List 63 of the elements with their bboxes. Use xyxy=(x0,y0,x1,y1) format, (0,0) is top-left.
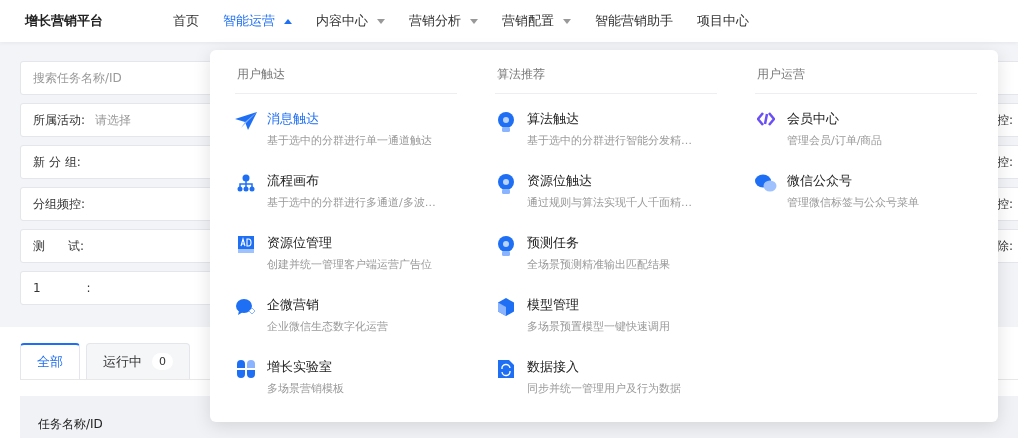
menu-item-title: 数据接入 xyxy=(527,358,580,376)
menu-item-description: 管理微信标签与公众号菜单 xyxy=(787,195,919,210)
status-tab[interactable]: 运行中 0 xyxy=(86,343,190,379)
menu-item-description: 多场景预置模型一键快速调用 xyxy=(527,319,670,334)
menu-item[interactable]: 资源位管理 创建并统一管理客户端运营广告位 xyxy=(235,234,457,296)
bulb-share-icon xyxy=(498,174,514,194)
menu-item-title: 消息触达 xyxy=(267,110,320,128)
nav-item[interactable]: 智能营销助手 xyxy=(595,12,673,30)
menu-item[interactable]: 增长实验室 多场景营销模板 xyxy=(235,358,457,420)
menu-item[interactable]: 流程画布 基于选中的分群进行多通道/多波… xyxy=(235,172,457,234)
menu-item-title: 增长实验室 xyxy=(267,358,333,376)
document-sync-icon xyxy=(498,360,514,378)
group-title: 用户触达 xyxy=(235,64,457,94)
menu-item[interactable]: 资源位触达 通过规则与算法实现千人千面精… xyxy=(495,172,717,234)
menu-item[interactable]: 模型管理 多场景预置模型一键快速调用 xyxy=(495,296,717,358)
menu-item-description: 全场景预测精准输出匹配结果 xyxy=(527,257,670,272)
menu-item-title: 资源位触达 xyxy=(527,172,593,190)
menu-item[interactable]: 消息触达 基于选中的分群进行单一通道触达 xyxy=(235,110,457,172)
menu-item[interactable]: 微信公众号 管理微信标签与公众号菜单 xyxy=(755,172,977,234)
menu-item[interactable]: 算法触达 基于选中的分群进行智能分发精… xyxy=(495,110,717,172)
menu-item-title: 预测任务 xyxy=(527,234,580,252)
nav-item[interactable]: 内容中心 xyxy=(316,12,385,30)
menu-item-title: 流程画布 xyxy=(267,172,320,190)
menu-item-description: 通过规则与算法实现千人千面精… xyxy=(527,195,692,210)
menu-item-description: 基于选中的分群进行单一通道触达 xyxy=(267,133,432,148)
menu-item-description: 基于选中的分群进行智能分发精… xyxy=(527,133,692,148)
paper-plane-icon xyxy=(235,112,257,130)
menu-item-description: 基于选中的分群进行多通道/多波… xyxy=(267,195,436,210)
menu-item-description: 多场景营销模板 xyxy=(267,381,344,396)
app-name: 增长营销平台 xyxy=(25,12,104,30)
menu-item[interactable]: 预测任务 全场景预测精准输出匹配结果 xyxy=(495,234,717,296)
menu-item[interactable]: 会员中心 管理会员/订单/商品 xyxy=(755,110,977,172)
bulb-icon xyxy=(498,236,514,256)
nav-item[interactable]: 项目中心 xyxy=(697,12,749,30)
menu-item-description: 企业微信生态数字化运营 xyxy=(267,319,388,334)
group-title: 算法推荐 xyxy=(495,64,717,94)
group-title: 用户运营 xyxy=(755,64,977,94)
menu-item-description: 同步并统一管理用户及行为数据 xyxy=(527,381,681,396)
menu-item-title: 企微营销 xyxy=(267,296,320,314)
menu-item[interactable]: 企微营销 企业微信生态数字化运营 xyxy=(235,296,457,358)
column-header: 任务名称/ID xyxy=(38,416,103,433)
code-brackets-icon xyxy=(757,112,775,126)
menu-item[interactable]: 数据接入 同步并统一管理用户及行为数据 xyxy=(495,358,717,420)
count-badge: 0 xyxy=(152,353,173,370)
menu-item-title: 算法触达 xyxy=(527,110,580,128)
menu-item-title: 会员中心 xyxy=(787,110,840,128)
nav-item[interactable]: 营销配置 xyxy=(502,12,571,30)
menu-item-description: 创建并统一管理客户端运营广告位 xyxy=(267,257,432,272)
menu-item-description: 管理会员/订单/商品 xyxy=(787,133,883,148)
menu-item-title: 资源位管理 xyxy=(267,234,333,252)
org-chart-icon xyxy=(237,174,255,192)
chat-bubbles-icon xyxy=(755,174,777,192)
nav-item[interactable]: 营销分析 xyxy=(409,12,478,30)
nav-item[interactable]: 首页 xyxy=(173,12,199,30)
nav-item[interactable]: 智能运营 xyxy=(223,12,292,30)
menu-item-title: 微信公众号 xyxy=(787,172,853,190)
ad-icon xyxy=(238,236,254,253)
bulb-icon xyxy=(498,112,514,132)
four-petal-icon xyxy=(237,360,255,378)
cube-icon xyxy=(498,298,514,316)
chat-bubble-icon xyxy=(236,298,256,316)
menu-item-title: 模型管理 xyxy=(527,296,580,314)
status-tab[interactable]: 全部 xyxy=(20,343,80,379)
